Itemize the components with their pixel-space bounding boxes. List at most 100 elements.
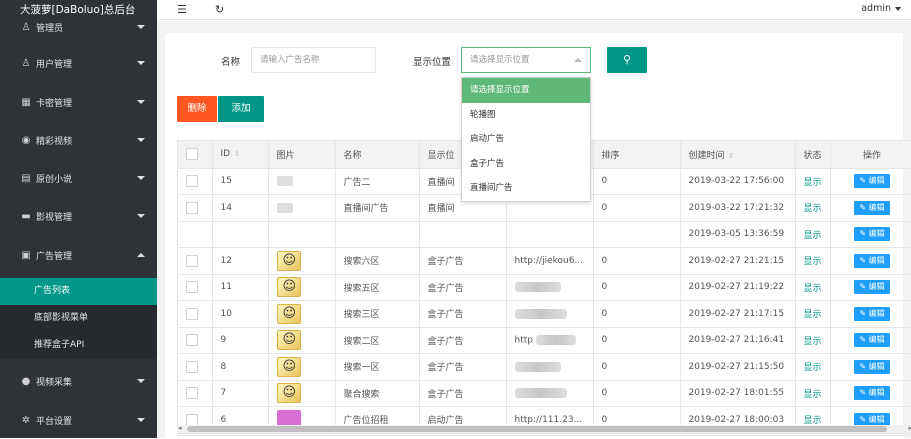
position-cell: 盒子广告 — [419, 327, 506, 354]
row-checkbox[interactable] — [186, 202, 198, 214]
select-all-checkbox[interactable] — [186, 148, 198, 160]
dropdown-option[interactable]: 请选择显示位置 — [462, 78, 590, 103]
chevron-down-icon — [137, 25, 145, 29]
dropdown-option[interactable]: 轮播图 — [462, 103, 590, 128]
name-cell: 直播间广告 — [335, 195, 419, 222]
refresh-icon[interactable]: ↻ — [215, 3, 224, 16]
row-checkbox[interactable] — [186, 255, 198, 267]
edit-button[interactable]: ✎ 编辑 — [854, 386, 889, 400]
edit-icon: ✎ — [859, 176, 866, 185]
table-row: 9搜索二区盒子广告http 02019-02-27 21:16:41显示✎ 编辑 — [178, 327, 911, 354]
status-text: 显示 — [804, 257, 822, 267]
name-cell: 搜索三区 — [335, 301, 419, 328]
edit-button[interactable]: ✎ 编辑 — [854, 307, 889, 321]
name-cell — [335, 221, 419, 248]
id-cell: 10 — [212, 301, 268, 328]
sort-cell — [593, 221, 680, 248]
sidebar-item-5[interactable]: ▬影视管理 — [0, 197, 157, 235]
sort-cell: 0 — [593, 354, 680, 381]
row-check-cell — [178, 301, 212, 328]
status-text: 显示 — [804, 310, 822, 320]
sidebar-item-2[interactable]: ▦卡密管理 — [0, 83, 157, 121]
edit-button-label: 编辑 — [869, 229, 885, 238]
sidebar-subitem-1[interactable]: 底部影视菜单 — [0, 305, 157, 332]
column-header-5: 排序 — [593, 141, 680, 168]
status-text: 显示 — [804, 204, 822, 214]
horizontal-scrollbar[interactable]: ◂ ▸ — [177, 425, 911, 433]
sort-cell: 0 — [593, 380, 680, 407]
ad-thumbnail — [277, 176, 293, 186]
column-header-label: 状态 — [804, 151, 822, 161]
row-checkbox[interactable] — [186, 281, 198, 293]
row-checkbox[interactable] — [186, 308, 198, 320]
row-checkbox[interactable] — [186, 334, 198, 346]
edit-button[interactable]: ✎ 编辑 — [854, 254, 889, 268]
user-menu[interactable]: admin — [861, 3, 901, 14]
edit-button-label: 编辑 — [869, 256, 885, 265]
edit-button-label: 编辑 — [869, 335, 885, 344]
name-cell: 搜索二区 — [335, 327, 419, 354]
column-header-0[interactable]: ID⇕ — [212, 141, 268, 168]
id-cell: 11 — [212, 274, 268, 301]
edit-button[interactable]: ✎ 编辑 — [854, 360, 889, 374]
column-header-6[interactable]: 创建时间⇕ — [680, 141, 795, 168]
name-search-input[interactable]: 请输入广告名称 — [251, 47, 376, 73]
column-header-label: 显示位 — [428, 151, 455, 161]
status-text: 显示 — [804, 284, 822, 294]
book-icon: ▤ — [20, 173, 32, 184]
edit-button-label: 编辑 — [869, 176, 885, 185]
sidebar-item-1[interactable]: ♙用户管理 — [0, 44, 157, 82]
sidebar-item-8[interactable]: ✲平台设置 — [0, 401, 157, 439]
action-cell: ✎ 编辑 — [830, 221, 911, 248]
edit-button[interactable]: ✎ 编辑 — [854, 174, 889, 188]
sort-cell: 0 — [593, 274, 680, 301]
sort-icon[interactable]: ⇕ — [729, 152, 735, 160]
edit-icon: ✎ — [859, 335, 866, 344]
edit-button[interactable]: ✎ 编辑 — [854, 280, 889, 294]
dropdown-option[interactable]: 直播间广告 — [462, 176, 590, 201]
sort-icon[interactable]: ⇕ — [234, 150, 240, 158]
created-time-cell: 2019-02-27 21:19:22 — [680, 274, 795, 301]
sidebar-item-4[interactable]: ▤原创小说 — [0, 159, 157, 197]
row-check-cell — [178, 327, 212, 354]
search-button[interactable]: ⚲ — [607, 47, 647, 73]
row-check-cell — [178, 195, 212, 222]
action-cell: ✎ 编辑 — [830, 248, 911, 275]
edit-button[interactable]: ✎ 编辑 — [854, 227, 889, 241]
action-cell: ✎ 编辑 — [830, 327, 911, 354]
position-cell: 盒子广告 — [419, 301, 506, 328]
dropdown-option[interactable]: 盒子广告 — [462, 152, 590, 177]
edit-icon: ✎ — [859, 229, 866, 238]
chevron-down-icon — [137, 214, 145, 218]
position-select[interactable]: 请选择显示位置 — [461, 47, 591, 73]
dropdown-option[interactable]: 启动广告 — [462, 127, 590, 152]
image-cell — [268, 327, 335, 354]
sidebar-item-3[interactable]: ◉精彩视频 — [0, 121, 157, 159]
created-time-cell: 2019-03-22 17:21:32 — [680, 195, 795, 222]
position-select-value: 请选择显示位置 — [470, 55, 530, 65]
image-cell — [268, 221, 335, 248]
add-button[interactable]: 添加 — [218, 96, 264, 122]
menu-toggle-icon[interactable]: ☰ — [177, 3, 187, 16]
edit-button[interactable]: ✎ 编辑 — [854, 201, 889, 215]
sidebar-item-0[interactable]: ♙管理员 — [0, 20, 157, 34]
edit-button-label: 编辑 — [869, 388, 885, 397]
action-cell: ✎ 编辑 — [830, 354, 911, 381]
delete-button[interactable]: 删除 — [177, 96, 217, 122]
row-checkbox[interactable] — [186, 414, 198, 426]
row-checkbox[interactable] — [186, 387, 198, 399]
scrollbar-thumb[interactable] — [187, 426, 887, 432]
row-checkbox[interactable] — [186, 175, 198, 187]
sidebar-subitem-2[interactable]: 推荐盒子API — [0, 332, 157, 359]
edit-button-label: 编辑 — [869, 282, 885, 291]
brand-title: 大菠萝[DaBoluo]总后台 — [0, 0, 157, 20]
scroll-left-icon[interactable]: ◂ — [178, 424, 182, 432]
sidebar-subitem-0[interactable]: 广告列表 — [0, 278, 157, 305]
row-checkbox[interactable] — [186, 361, 198, 373]
id-cell: 9 — [212, 327, 268, 354]
sidebar-item-7[interactable]: ●视频采集 — [0, 362, 157, 400]
ad-icon: ▣ — [20, 250, 32, 261]
sidebar-item-6[interactable]: ▣广告管理 — [0, 236, 157, 274]
edit-button[interactable]: ✎ 编辑 — [854, 333, 889, 347]
row-check-cell — [178, 248, 212, 275]
